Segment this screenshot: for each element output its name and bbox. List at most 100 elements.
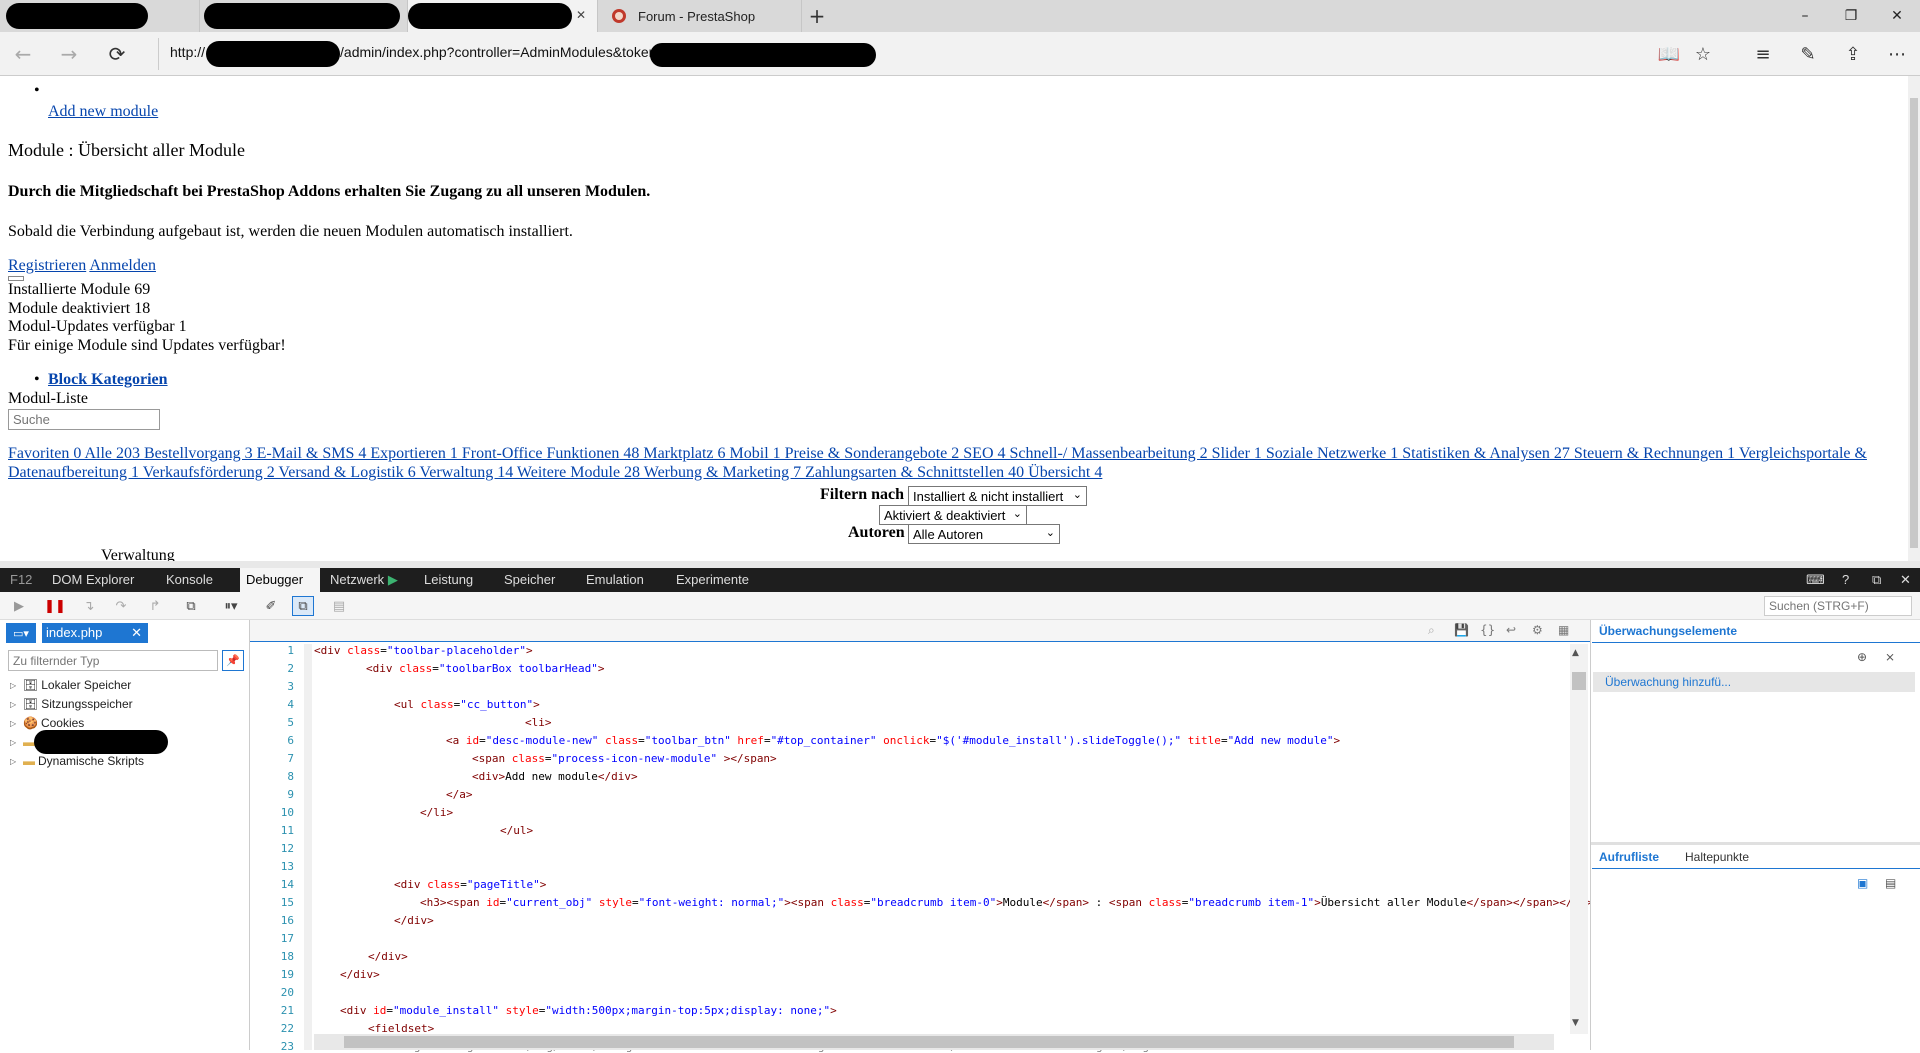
line-number: 21 bbox=[280, 1004, 294, 1017]
minimize-button[interactable]: – bbox=[1782, 0, 1828, 32]
tab-dom-explorer[interactable]: DOM Explorer bbox=[46, 568, 140, 592]
code-line: <ul class="cc_button"> bbox=[394, 698, 540, 711]
tab-emulation[interactable]: Emulation bbox=[580, 568, 650, 592]
delete-watches-icon[interactable]: ⨯ bbox=[1885, 650, 1895, 664]
filter-type-input[interactable] bbox=[8, 650, 218, 671]
line-number: 2 bbox=[287, 662, 294, 675]
close-devtools-icon[interactable]: ✕ bbox=[1894, 568, 1917, 592]
expand-arrow-icon: ▷ bbox=[10, 718, 17, 728]
break-on-new-worker-icon[interactable]: ⧉ bbox=[180, 596, 202, 616]
line-number: 17 bbox=[280, 932, 294, 945]
tab-callstack[interactable]: Aufrufliste bbox=[1599, 850, 1659, 864]
tab-network[interactable]: Netzwerk ▶ bbox=[324, 568, 404, 592]
show-native-code-icon[interactable]: ▣ bbox=[1857, 876, 1868, 890]
stat-updates: Modul-Updates verfügbar 1 bbox=[8, 318, 187, 335]
refresh-button[interactable]: ⟳ bbox=[100, 38, 134, 70]
new-tab-button[interactable]: + bbox=[802, 0, 832, 32]
reading-view-button[interactable]: 📖 bbox=[1654, 40, 1684, 68]
code-vertical-scrollbar[interactable]: ▲ ▼ bbox=[1570, 644, 1588, 1034]
tab-breakpoints[interactable]: Haltepunkte bbox=[1685, 850, 1749, 864]
more-button[interactable]: ⋯ bbox=[1882, 40, 1912, 68]
line-number: 8 bbox=[287, 770, 294, 783]
login-link[interactable]: Anmelden bbox=[89, 257, 156, 274]
code-line: <h3><span id="current_obj" style="font-w… bbox=[420, 896, 1593, 909]
tree-item-dynamic-scripts[interactable]: ▷ ▬ Dynamische Skripts bbox=[10, 754, 144, 768]
source-map-icon[interactable]: ⚙ bbox=[1532, 623, 1543, 637]
category-links-line2[interactable]: Datenaufbereitung 1 Verkaufsförderung 2 … bbox=[8, 464, 1102, 482]
browser-tab[interactable] bbox=[200, 0, 408, 32]
pin-button[interactable]: 📌 bbox=[222, 650, 244, 671]
tab-experiments[interactable]: Experimente bbox=[670, 568, 755, 592]
file-tab-index[interactable]: index.php ✕ bbox=[42, 623, 148, 643]
tree-item-session-storage[interactable]: ▷ 🗄 Sitzungsspeicher bbox=[10, 697, 133, 711]
blackbox-icon[interactable]: ▦ bbox=[1558, 623, 1569, 637]
close-file-icon[interactable]: ✕ bbox=[131, 623, 142, 643]
word-wrap-icon[interactable]: ↩ bbox=[1506, 623, 1516, 637]
restore-icon: ❐ bbox=[1844, 8, 1858, 24]
install-filter-select[interactable]: Installiert & nicht installiert ⌄ bbox=[908, 486, 1087, 506]
page-scrollbar[interactable] bbox=[1908, 76, 1920, 561]
tab-console[interactable]: Konsole bbox=[160, 568, 219, 592]
devtools-search-input[interactable] bbox=[1764, 596, 1912, 616]
exception-behavior-icon[interactable]: ⏸▾ bbox=[216, 596, 246, 616]
pause-icon[interactable]: ❚❚ bbox=[44, 596, 66, 616]
console-toggle-icon[interactable]: ⌨ bbox=[1800, 568, 1831, 592]
active-filter-select[interactable]: Aktiviert & deaktiviert ⌄ bbox=[879, 505, 1027, 525]
add-watch-icon[interactable]: ⊕ bbox=[1857, 650, 1867, 664]
disable-breakpoints-icon[interactable]: ✐ bbox=[260, 596, 282, 616]
add-new-module-link[interactable]: Add new module bbox=[48, 103, 158, 121]
pin-icon: 📌 bbox=[226, 654, 240, 667]
web-note-button[interactable]: ✎ bbox=[1793, 40, 1823, 68]
close-window-button[interactable]: ✕ bbox=[1874, 0, 1920, 32]
just-my-code-icon[interactable]: ⧉ bbox=[292, 596, 314, 616]
continue-icon[interactable]: ▶ bbox=[8, 596, 30, 616]
tree-item-cookies[interactable]: ▷ 🍪 Cookies bbox=[10, 716, 84, 730]
find-icon[interactable]: ⌕ bbox=[1428, 623, 1435, 638]
browser-tab-forum[interactable]: Forum - PrestaShop bbox=[598, 0, 802, 32]
tree-item-domain[interactable]: ▷ ▬ bbox=[10, 735, 35, 749]
tree-item-local-storage[interactable]: ▷ 🗄 Lokaler Speicher bbox=[10, 678, 131, 692]
more-dots-icon: ⋯ bbox=[1888, 43, 1906, 65]
pretty-print-icon[interactable]: ▤ bbox=[328, 596, 350, 616]
open-document-button[interactable]: ▭▾ bbox=[6, 623, 36, 643]
step-out-icon[interactable]: ↱ bbox=[144, 596, 166, 616]
list-bullet: • bbox=[34, 371, 40, 388]
select-value: Aktiviert & deaktiviert bbox=[884, 508, 1006, 523]
tab-memory[interactable]: Speicher bbox=[498, 568, 561, 592]
breakpoint-margin[interactable] bbox=[304, 644, 312, 1050]
close-tab-icon[interactable]: ✕ bbox=[576, 8, 586, 22]
step-over-icon[interactable]: ↷ bbox=[110, 596, 132, 616]
module-list-label: Modul-Liste bbox=[8, 390, 88, 407]
pen-icon: ✎ bbox=[1800, 43, 1816, 65]
browser-tab[interactable] bbox=[0, 0, 200, 32]
code-line: </div> bbox=[340, 968, 380, 981]
step-into-icon[interactable]: ↴ bbox=[78, 596, 100, 616]
share-button[interactable]: ⇪ bbox=[1838, 40, 1868, 68]
save-icon[interactable]: 💾 bbox=[1454, 623, 1469, 637]
restore-button[interactable]: ❐ bbox=[1828, 0, 1874, 32]
forward-button[interactable]: → bbox=[52, 38, 86, 70]
favorite-button[interactable]: ☆ bbox=[1688, 40, 1718, 68]
watch-title: Überwachungselemente bbox=[1599, 624, 1738, 638]
tab-debugger[interactable]: Debugger bbox=[240, 568, 320, 592]
format-icon[interactable]: {} bbox=[1480, 623, 1495, 637]
help-icon[interactable]: ? bbox=[1836, 568, 1855, 592]
authors-select[interactable]: Alle Autoren ⌄ bbox=[908, 524, 1060, 544]
browser-tab-active[interactable]: ✕ bbox=[408, 0, 598, 32]
cookie-icon: 🍪 bbox=[23, 716, 38, 730]
search-input[interactable] bbox=[8, 409, 160, 430]
hub-button[interactable]: ≡ bbox=[1748, 40, 1778, 68]
select-value: Alle Autoren bbox=[913, 527, 984, 542]
code-horizontal-scrollbar[interactable] bbox=[314, 1034, 1554, 1050]
tab-performance[interactable]: Leistung bbox=[418, 568, 479, 592]
code-line: <div>Add new module</div> bbox=[472, 770, 638, 783]
register-link[interactable]: Registrieren bbox=[8, 257, 86, 274]
add-watch-row[interactable]: Überwachung hinzufü... bbox=[1593, 672, 1915, 692]
back-button[interactable]: ← bbox=[6, 38, 40, 70]
show-async-icon[interactable]: ▤ bbox=[1885, 876, 1896, 890]
undock-icon[interactable]: ⧉ bbox=[1866, 568, 1887, 592]
code-line: </ul> bbox=[500, 824, 534, 837]
block-categories-link[interactable]: Block Kategorien bbox=[48, 371, 168, 389]
category-links-line1[interactable]: Favoriten 0 Alle 203 Bestellvorgang 3 E-… bbox=[8, 445, 1867, 463]
devtools-splitter[interactable] bbox=[0, 561, 1920, 568]
